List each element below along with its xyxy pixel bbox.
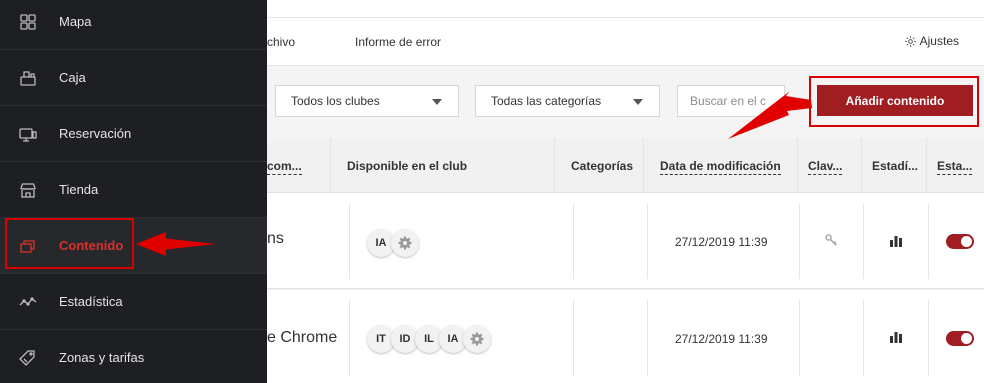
column-header-statistics[interactable]: Estadí... — [872, 159, 918, 173]
tab-error-report[interactable]: Informe de error — [355, 35, 441, 49]
gear-icon — [470, 332, 484, 346]
bar-chart-icon[interactable] — [889, 330, 903, 344]
filter-bar: Todos los clubes Todas las categorías Añ… — [267, 66, 984, 138]
column-divider — [647, 203, 648, 279]
tariff-tag-icon — [18, 348, 38, 368]
column-divider — [647, 300, 648, 376]
search-input[interactable] — [677, 85, 785, 117]
sidebar-item-store[interactable]: Tienda — [0, 162, 267, 218]
sidebar-item-zones[interactable]: Zonas y tarifas — [0, 330, 267, 383]
column-divider — [861, 138, 862, 193]
column-header-name[interactable]: com... — [267, 159, 302, 175]
column-divider — [643, 138, 644, 193]
column-header-modified-date[interactable]: Data de modificación — [660, 159, 781, 175]
statistics-icon — [18, 292, 38, 312]
annotation-box-content — [5, 218, 134, 269]
categories-select[interactable]: Todas las categorías — [475, 85, 660, 117]
reservation-icon — [18, 124, 38, 144]
sidebar-item-label: Caja — [59, 70, 86, 85]
map-icon — [18, 12, 38, 32]
modified-date: 27/12/2019 11:39 — [675, 332, 768, 346]
column-divider — [928, 300, 929, 376]
column-header-status[interactable]: Esta... — [937, 159, 973, 175]
sidebar-item-label: Mapa — [59, 14, 92, 29]
column-divider — [349, 203, 350, 279]
sidebar-item-statistics[interactable]: Estadística — [0, 274, 267, 330]
row-name: e Chrome — [267, 329, 338, 346]
top-strip — [267, 0, 984, 18]
annotation-box-add — [809, 76, 979, 127]
gear-icon — [398, 236, 412, 250]
settings-label: Ajustes — [919, 34, 959, 48]
tabs-bar: chivo Informe de error Ajustes — [267, 18, 984, 66]
column-header-categories[interactable]: Categorías — [571, 159, 633, 173]
key-icon[interactable] — [824, 233, 838, 247]
bar-chart-icon[interactable] — [889, 234, 903, 248]
column-divider — [799, 300, 800, 376]
column-divider — [799, 203, 800, 279]
clubs-select[interactable]: Todos los clubes — [275, 85, 459, 117]
column-divider — [554, 138, 555, 193]
caret-down-icon — [432, 99, 442, 105]
sidebar-item-reservation[interactable]: Reservación — [0, 106, 267, 162]
column-divider — [573, 203, 574, 279]
column-divider — [863, 203, 864, 279]
modified-date: 27/12/2019 11:39 — [675, 235, 768, 249]
sidebar-item-cash[interactable]: Caja — [0, 50, 267, 106]
cash-register-icon — [18, 68, 38, 88]
main-content: chivo Informe de error Ajustes Todos los… — [267, 0, 984, 383]
column-divider — [928, 203, 929, 279]
column-divider — [330, 138, 331, 193]
sidebar-item-label: Reservación — [59, 126, 132, 141]
store-icon — [18, 180, 38, 200]
column-divider — [797, 138, 798, 193]
column-header-keys[interactable]: Clav... — [808, 159, 843, 175]
sidebar-item-map[interactable]: Mapa — [0, 0, 267, 50]
gear-icon — [904, 35, 916, 47]
categories-select-value: Todas las categorías — [491, 94, 602, 108]
settings-button[interactable]: Ajustes — [904, 34, 959, 48]
column-divider — [863, 300, 864, 376]
column-divider — [926, 138, 927, 193]
column-divider — [573, 300, 574, 376]
caret-down-icon — [633, 99, 643, 105]
club-settings-chip[interactable] — [391, 229, 419, 257]
status-toggle[interactable] — [946, 234, 974, 249]
sidebar-item-label: Estadística — [59, 294, 123, 309]
sidebar-item-label: Tienda — [59, 182, 99, 197]
row-name: ns — [267, 230, 284, 247]
tab-archive[interactable]: chivo — [267, 35, 295, 49]
table-row[interactable]: e Chrome IT ID IL IA 27/12/2019 11:39 — [267, 290, 984, 383]
status-toggle[interactable] — [946, 331, 974, 346]
column-divider — [349, 300, 350, 376]
club-settings-chip[interactable] — [463, 325, 491, 353]
table-row[interactable]: ns IA 27/12/2019 11:39 — [267, 193, 984, 289]
sidebar-item-label: Zonas y tarifas — [59, 350, 145, 365]
clubs-select-value: Todos los clubes — [291, 94, 380, 108]
column-header-available-club[interactable]: Disponible en el club — [347, 159, 467, 173]
sidebar: Mapa Caja Reservación Tienda Contenido E… — [0, 0, 267, 383]
table-header: com... Disponible en el club Categorías … — [267, 138, 984, 193]
